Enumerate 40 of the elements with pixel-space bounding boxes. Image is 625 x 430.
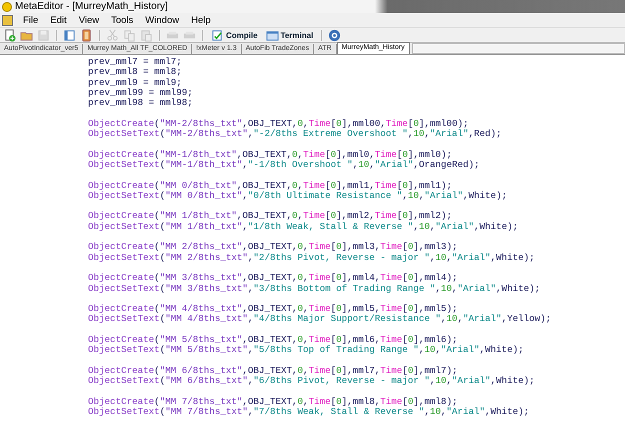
menu-item[interactable]: Help: [185, 14, 217, 26]
code-line: ObjectSetText("MM 5/8ths_txt","5/8ths Top of Trading Range ",10,"Arial",White);: [88, 345, 524, 356]
menu-item[interactable]: Edit: [44, 14, 73, 26]
code-line: ObjectSetText("MM 0/8th_txt","0/8th Ultimate Resistance ",10,"Arial",White);: [88, 190, 508, 202]
code-line: ObjectCreate("MM-2/8ths_txt",OBJ_TEXT,0,Time[0],mml00,Time[0],mml00);: [88, 118, 468, 129]
code-line: ObjectSetText("MM 6/8ths_txt","6/8ths Pivot, Reverse - major ",10,"Arial",White);: [88, 376, 535, 386]
code-line: ObjectSetText("MM 2/8ths_txt","2/8ths Pivot, Reverse - major ",10,"Arial",White);: [88, 252, 535, 263]
terminal-icon: [266, 28, 279, 42]
code-line: ObjectCreate("MM-1/8th_txt",OBJ_TEXT,0,Time[0],mml0,Time[0],mml0);: [88, 150, 452, 160]
document-icon[interactable]: [2, 14, 13, 26]
code-line: ObjectSetText("MM-1/8th_txt","-1/8th Overshoot ",10,"Arial",OrangeRed);: [88, 160, 480, 170]
code-line: prev_mml9 = mml9;: [88, 78, 182, 88]
code-line: ObjectCreate("MM 2/8ths_txt",OBJ_TEXT,0,Time[0],mml3,Time[0],mml3);: [88, 242, 458, 253]
menu-item[interactable]: Window: [139, 14, 186, 26]
code-line: prev_mml98 = mml98;: [88, 98, 193, 108]
code-line: ObjectCreate("MM 5/8ths_txt",OBJ_TEXT,0,Time[0],mml6,Time[0],mml6);: [88, 335, 458, 346]
code-line: ObjectCreate("MM 7/8ths_txt",OBJ_TEXT,0,Time[0],mml8,Time[0],mml8);: [88, 396, 458, 407]
code-line: ObjectCreate("MM 1/8th_txt",OBJ_TEXT,0,Time[0],mml2,Time[0],mml2);: [88, 211, 452, 222]
code-line: ObjectSetText("MM 3/8ths_txt","3/8ths Bottom of Trading Range ",10,"Arial",White);: [88, 284, 540, 294]
menu-item[interactable]: View: [72, 14, 106, 26]
code-line: prev_mml8 = mml8;: [88, 67, 182, 78]
code-line: ObjectSetText("MM 4/8ths_txt","4/8ths Major Support/Resistance ",10,"Arial",Yellow);: [88, 314, 552, 325]
window-title: MetaEditor - [MurreyMath_History]: [15, 1, 168, 12]
terminal-button[interactable]: Terminal: [262, 28, 316, 42]
window-button[interactable]: [62, 28, 77, 42]
menu-item[interactable]: File: [17, 14, 44, 26]
code-line: ObjectCreate("MM 6/8ths_txt",OBJ_TEXT,0,Time[0],mml7,Time[0],mml7);: [88, 366, 458, 376]
compile-icon: [211, 28, 224, 42]
code-line: ObjectSetText("MM 1/8th_txt","1/8th Weak, Stall & Reverse ",10,"Arial",White);: [88, 222, 518, 232]
code-line: ObjectCreate("MM 0/8th_txt",OBJ_TEXT,0,Time[0],mml1,Time[0],mml1);: [88, 180, 452, 191]
code-line: prev_mml99 = mml99;: [88, 88, 193, 98]
help-button[interactable]: [327, 28, 342, 42]
code-line: ObjectSetText("MM 7/8ths_txt","7/8ths Weak, Stall & Reverse ",10,"Arial",White);: [88, 407, 530, 418]
code-line: prev_mml7 = mml7;: [88, 57, 182, 67]
compile-button[interactable]: Compile: [208, 28, 261, 42]
code-line: ObjectSetText("MM-2/8ths_txt","-2/8ths Extreme Overshoot ",10,"Arial",Red);: [88, 129, 502, 140]
menu-item[interactable]: Tools: [105, 14, 140, 26]
warning-icon: [2, 2, 12, 12]
code-line: ObjectCreate("MM 3/8ths_txt",OBJ_TEXT,0,Time[0],mml4,Time[0],mml4);: [88, 273, 458, 284]
code-line: ObjectCreate("MM 4/8ths_txt",OBJ_TEXT,0,Time[0],mml5,Time[0],mml5);: [88, 304, 458, 314]
